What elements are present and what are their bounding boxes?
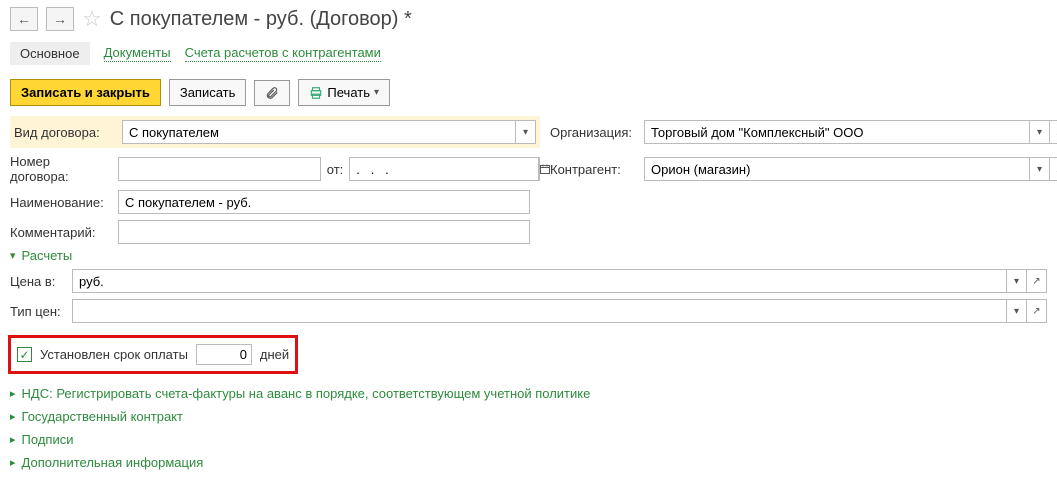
price-type-input[interactable]	[73, 300, 1006, 322]
from-label: от:	[327, 162, 344, 177]
page-title: С покупателем - руб. (Договор) *	[110, 8, 412, 31]
section-vat-label: НДС: Регистрировать счета-фактуры на ава…	[22, 386, 591, 401]
price-type-row: Тип цен: ▾ ↗	[0, 295, 1057, 327]
counterparty-input[interactable]	[645, 158, 1029, 180]
name-row: Наименование:	[10, 190, 1057, 214]
contract-type-select[interactable]: ▾	[122, 120, 536, 144]
counterparty-row: Контрагент: ▾ ↗	[550, 157, 1057, 181]
printer-icon	[309, 86, 323, 100]
contract-number-input[interactable]	[118, 157, 321, 181]
comment-input[interactable]	[118, 220, 530, 244]
favorite-star-icon[interactable]: ☆	[82, 6, 102, 32]
section-calc-label: Расчеты	[22, 248, 73, 263]
name-input[interactable]	[118, 190, 530, 214]
tabs: Основное Документы Счета расчетов с конт…	[0, 38, 1057, 73]
back-button[interactable]: ←	[10, 7, 38, 31]
section-extra-label: Дополнительная информация	[22, 455, 204, 470]
chevron-right-icon	[10, 387, 16, 400]
contract-number-label: Номер договора:	[10, 154, 112, 184]
header: ← → ☆ С покупателем - руб. (Договор) *	[0, 0, 1057, 38]
organization-input[interactable]	[645, 121, 1029, 143]
section-gov-label: Государственный контракт	[22, 409, 183, 424]
comment-row: Комментарий:	[10, 220, 1057, 244]
payment-deadline-label: Установлен срок оплаты	[40, 347, 188, 362]
open-icon[interactable]: ↗	[1026, 270, 1046, 292]
contract-type-row: Вид договора: ▾	[10, 116, 540, 148]
contract-type-input[interactable]	[123, 121, 515, 143]
print-button[interactable]: Печать ▾	[298, 79, 390, 106]
dropdown-icon[interactable]: ▾	[515, 121, 535, 143]
section-sign[interactable]: Подписи	[0, 428, 1057, 451]
chevron-down-icon	[10, 249, 16, 262]
dropdown-icon[interactable]: ▾	[1029, 121, 1049, 143]
contract-type-label: Вид договора:	[14, 125, 116, 140]
price-type-label: Тип цен:	[10, 304, 66, 319]
open-icon[interactable]: ↗	[1049, 158, 1057, 180]
chevron-right-icon	[10, 456, 16, 469]
price-type-select[interactable]: ▾ ↗	[72, 299, 1047, 323]
section-vat[interactable]: НДС: Регистрировать счета-фактуры на ава…	[0, 382, 1057, 405]
payment-deadline-checkbox[interactable]: ✓	[17, 347, 32, 362]
attach-button[interactable]	[254, 80, 290, 106]
section-sign-label: Подписи	[22, 432, 74, 447]
payment-deadline-box: ✓ Установлен срок оплаты дней	[8, 335, 298, 374]
dropdown-icon[interactable]: ▾	[1029, 158, 1049, 180]
open-icon[interactable]: ↗	[1026, 300, 1046, 322]
section-calc[interactable]: Расчеты	[0, 244, 1057, 267]
tab-main[interactable]: Основное	[10, 42, 90, 65]
forward-button[interactable]: →	[46, 7, 74, 31]
chevron-right-icon	[10, 410, 16, 423]
currency-input[interactable]	[73, 270, 1006, 292]
print-label: Печать	[327, 85, 370, 100]
tab-accounts[interactable]: Счета расчетов с контрагентами	[185, 45, 381, 62]
save-close-button[interactable]: Записать и закрыть	[10, 79, 161, 106]
price-in-row: Цена в: ▾ ↗	[0, 267, 1057, 295]
section-extra[interactable]: Дополнительная информация	[0, 451, 1057, 474]
chevron-right-icon	[10, 433, 16, 446]
organization-label: Организация:	[550, 125, 638, 140]
payment-days-input[interactable]	[196, 344, 252, 365]
name-label: Наименование:	[10, 195, 112, 210]
date-input[interactable]	[349, 157, 540, 181]
organization-row: Организация: ▾ ↗	[550, 120, 1057, 144]
dropdown-icon[interactable]: ▾	[1006, 270, 1026, 292]
dropdown-icon[interactable]: ▾	[1006, 300, 1026, 322]
days-label: дней	[260, 347, 289, 362]
save-button[interactable]: Записать	[169, 79, 247, 106]
price-in-label: Цена в:	[10, 274, 66, 289]
organization-select[interactable]: ▾ ↗	[644, 120, 1057, 144]
comment-label: Комментарий:	[10, 225, 112, 240]
section-gov[interactable]: Государственный контракт	[0, 405, 1057, 428]
tab-documents[interactable]: Документы	[104, 45, 171, 62]
currency-select[interactable]: ▾ ↗	[72, 269, 1047, 293]
open-icon[interactable]: ↗	[1049, 121, 1057, 143]
form: Вид договора: ▾ Организация: ▾ ↗ Номер д…	[0, 116, 1057, 244]
toolbar: Записать и закрыть Записать Печать ▾	[0, 73, 1057, 116]
counterparty-label: Контрагент:	[550, 162, 638, 177]
contract-number-row: Номер договора: от:	[10, 154, 540, 184]
date-field[interactable]	[350, 158, 538, 180]
paperclip-icon	[265, 86, 279, 100]
counterparty-select[interactable]: ▾ ↗	[644, 157, 1057, 181]
